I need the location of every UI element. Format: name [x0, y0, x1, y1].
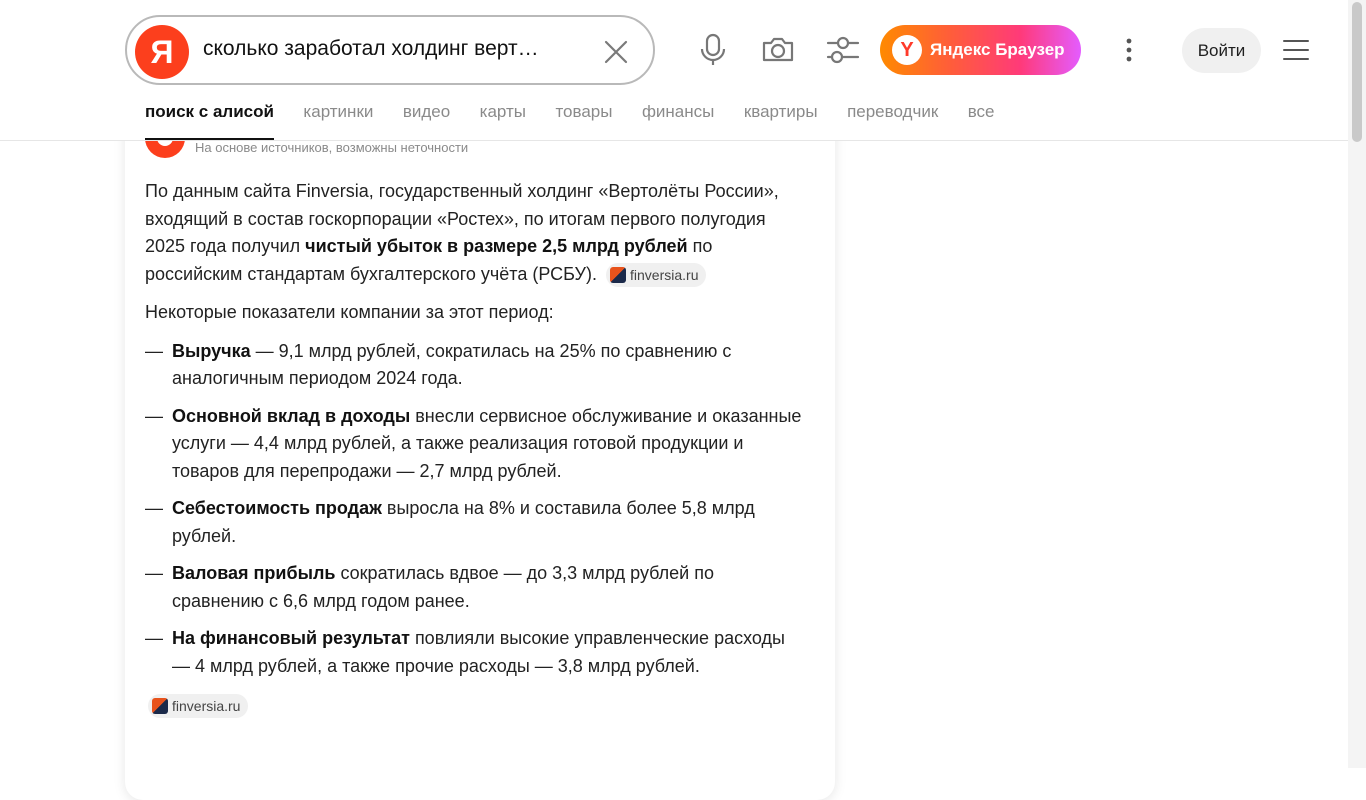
tab-all[interactable]: все	[968, 102, 995, 140]
list-item: — Выручка — 9,1 млрд рублей, сократилась …	[145, 340, 732, 389]
scrollbar-thumb[interactable]	[1352, 2, 1362, 142]
tab-translator[interactable]: переводчик	[847, 102, 938, 140]
finversia-favicon-icon	[152, 698, 168, 715]
search-input[interactable]: сколько заработал холдинг верт…	[203, 37, 583, 61]
page-scrollbar[interactable]	[1348, 0, 1366, 768]
answer-intro-bold: чистый убыток в размере 2,5 млрд рублей	[305, 236, 688, 256]
hamburger-icon[interactable]	[1282, 38, 1310, 62]
source-chip-bottom[interactable]: finversia.ru	[148, 694, 249, 719]
finversia-favicon-icon	[610, 266, 627, 283]
answer-body: По данным сайта Finversia, государственн…	[145, 178, 805, 719]
close-icon[interactable]	[601, 37, 631, 67]
alice-answer-card: На основе источников, возможны неточност…	[125, 100, 835, 800]
search-box[interactable]: Я сколько заработал холдинг верт…	[125, 15, 655, 85]
yandex-logo[interactable]: Я	[135, 25, 189, 79]
answer-disclaimer: На основе источников, возможны неточност…	[195, 140, 469, 155]
metrics-list: — Выручка — 9,1 млрд рублей, сократилась …	[145, 338, 805, 681]
tab-apartments[interactable]: квартиры	[744, 102, 818, 140]
tab-products[interactable]: товары	[555, 102, 612, 140]
list-item: — Валовая прибыль сократилась вдвое — до …	[145, 563, 714, 611]
camera-icon[interactable]	[758, 30, 798, 70]
yandex-browser-button[interactable]: Y Яндекс Браузер	[880, 25, 1081, 75]
answer-intro: По данным сайта Finversia, государственн…	[145, 178, 805, 288]
list-item: — Себестоимость продаж выросла на 8% и со…	[145, 498, 755, 546]
list-item: — На финансовый результат повлияли высоки…	[145, 628, 785, 676]
tab-finance[interactable]: финансы	[642, 102, 714, 140]
login-button[interactable]: Войти	[1182, 28, 1261, 73]
yandex-browser-label: Яндекс Браузер	[930, 40, 1065, 59]
tab-images[interactable]: картинки	[303, 102, 373, 140]
tab-alice-search[interactable]: поиск с алисой	[145, 102, 274, 140]
tab-maps[interactable]: карты	[480, 102, 526, 140]
source-chip[interactable]: finversia.ru	[606, 262, 707, 287]
kebab-icon[interactable]	[1118, 36, 1140, 64]
search-tabs: поиск с алисой картинки видео карты това…	[145, 102, 1020, 140]
filters-icon[interactable]	[823, 30, 863, 70]
tab-video[interactable]: видео	[403, 102, 450, 140]
answer-lead: Некоторые показатели компании за этот пе…	[145, 302, 554, 322]
microphone-icon[interactable]	[693, 30, 733, 70]
header: Я сколько заработал холдинг верт… Y Янде…	[0, 0, 1348, 141]
yandex-browser-logo-icon: Y	[892, 35, 922, 65]
list-item: — Основной вклад в доходы внесли сервисно…	[145, 405, 802, 481]
